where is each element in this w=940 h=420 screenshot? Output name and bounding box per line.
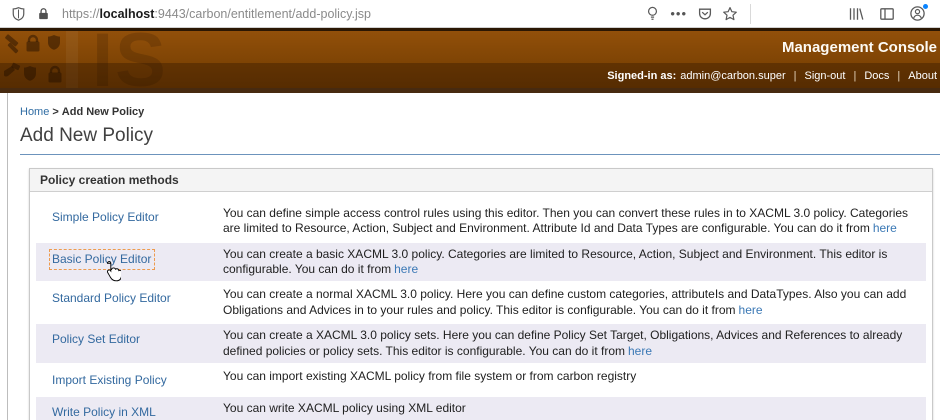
shield-icon [48,35,60,50]
method-description: You can define simple access control rul… [221,202,926,241]
carbon-header: IS Management Console Signed-in as: admi… [0,31,940,88]
breadcrumb-current: Add New Policy [61,106,145,118]
browser-toolbar: https://localhost:9443/carbon/entitlemen… [0,0,940,28]
write-policy-in-xml-link[interactable]: Write Policy in XML [52,405,156,419]
method-link-cell: Standard Policy Editor [36,283,221,322]
page-content: Home > Add New Policy Add New Policy Polic… [0,93,940,420]
standard-policy-editor-link[interactable]: Standard Policy Editor [52,291,171,305]
pocket-icon[interactable] [696,5,713,22]
method-description: You can write XACML policy using XML edi… [221,397,926,420]
method-link-cell: Simple Policy Editor [36,202,221,241]
method-link-cell: Import Existing Policy [36,365,221,395]
toolbar-divider [750,3,751,24]
method-description: You can create a basic XACML 3.0 policy.… [221,243,926,282]
here-link[interactable]: here [394,262,418,276]
url-text[interactable]: https://localhost:9443/carbon/entitlemen… [62,7,371,21]
url-host: localhost [99,6,155,21]
console-title: Management Console [781,39,937,56]
breadcrumb-home-link[interactable]: Home [20,106,49,118]
policy-methods-table: Simple Policy Editor You can define simp… [36,200,926,420]
page-title: Add New Policy [20,125,940,155]
basic-policy-editor-link[interactable]: Basic Policy Editor [52,252,151,266]
url-scheme: https:// [62,6,100,21]
separator: | [853,69,857,82]
table-row: Basic Policy Editor You can create a bas… [36,242,926,282]
description-text: You can define simple access control rul… [223,206,909,236]
description-text: You can write XACML policy using XML edi… [223,400,466,415]
signout-link[interactable]: Sign-out [804,70,845,82]
bookmark-star-icon[interactable] [721,5,738,22]
basic-policy-editor-highlight: Basic Policy Editor [49,248,156,281]
screenshot-root: { "browser": { "url_scheme": "https://",… [0,0,940,420]
table-row: Standard Policy Editor You can create a … [36,283,926,322]
panel-header: Policy creation methods [30,169,932,192]
import-existing-policy-link[interactable]: Import Existing Policy [52,373,167,387]
description-text: You can create a basic XACML 3.0 policy.… [223,246,888,277]
account-icon[interactable] [909,4,928,22]
method-link-cell: Policy Set Editor [36,324,221,363]
sidebar-icon[interactable] [878,5,895,22]
hammer-icon [5,34,19,54]
method-description: You can create a normal XACML 3.0 policy… [221,283,926,322]
docs-link[interactable]: Docs [864,70,889,82]
https-lock-icon[interactable] [35,5,52,22]
library-icon[interactable] [847,5,864,22]
table-row: Write Policy in XML You can write XACML … [36,396,926,420]
breadcrumb-separator: > [52,106,59,118]
separator: | [897,69,901,82]
table-row: Policy Set Editor You can create a XACML… [36,324,926,363]
signed-in-label: Signed-in as: [607,69,677,82]
url-path: :9443/carbon/entitlement/add-policy.jsp [154,6,371,21]
signed-in-user: admin@carbon.super [680,69,786,82]
policy-methods-panel: Policy creation methods Simple Policy Ed… [29,168,933,420]
description-text: You can create a normal XACML 3.0 policy… [223,287,907,317]
here-link[interactable]: here [873,221,897,235]
tracking-protection-shield-icon[interactable] [10,5,27,22]
suggest-lightbulb-icon[interactable] [644,5,661,22]
method-link-cell: Basic Policy Editor [36,243,221,282]
method-description: You can create a XACML 3.0 policy sets. … [221,324,926,363]
breadcrumb: Home > Add New Policy [20,106,940,118]
about-link[interactable]: About [908,70,937,82]
table-row: Simple Policy Editor You can define simp… [36,202,926,241]
padlock-icon [26,34,40,52]
here-link[interactable]: here [628,344,652,358]
account-notification-dot [923,4,928,9]
description-text: You can import existing XACML policy fro… [223,368,637,383]
table-row: Import Existing Policy You can import ex… [36,365,926,395]
method-description: You can import existing XACML policy fro… [221,365,926,395]
page-actions-icon[interactable]: ••• [670,6,687,21]
here-link[interactable]: here [739,303,763,317]
description-text: You can create a XACML 3.0 policy sets. … [223,328,903,358]
policy-set-editor-link[interactable]: Policy Set Editor [52,332,140,346]
signin-bar: Signed-in as: admin@carbon.super | Sign-… [0,63,940,88]
method-link-cell: Write Policy in XML [36,397,221,420]
separator: | [793,69,797,82]
simple-policy-editor-link[interactable]: Simple Policy Editor [52,210,159,224]
panel-body: Simple Policy Editor You can define simp… [30,192,932,420]
